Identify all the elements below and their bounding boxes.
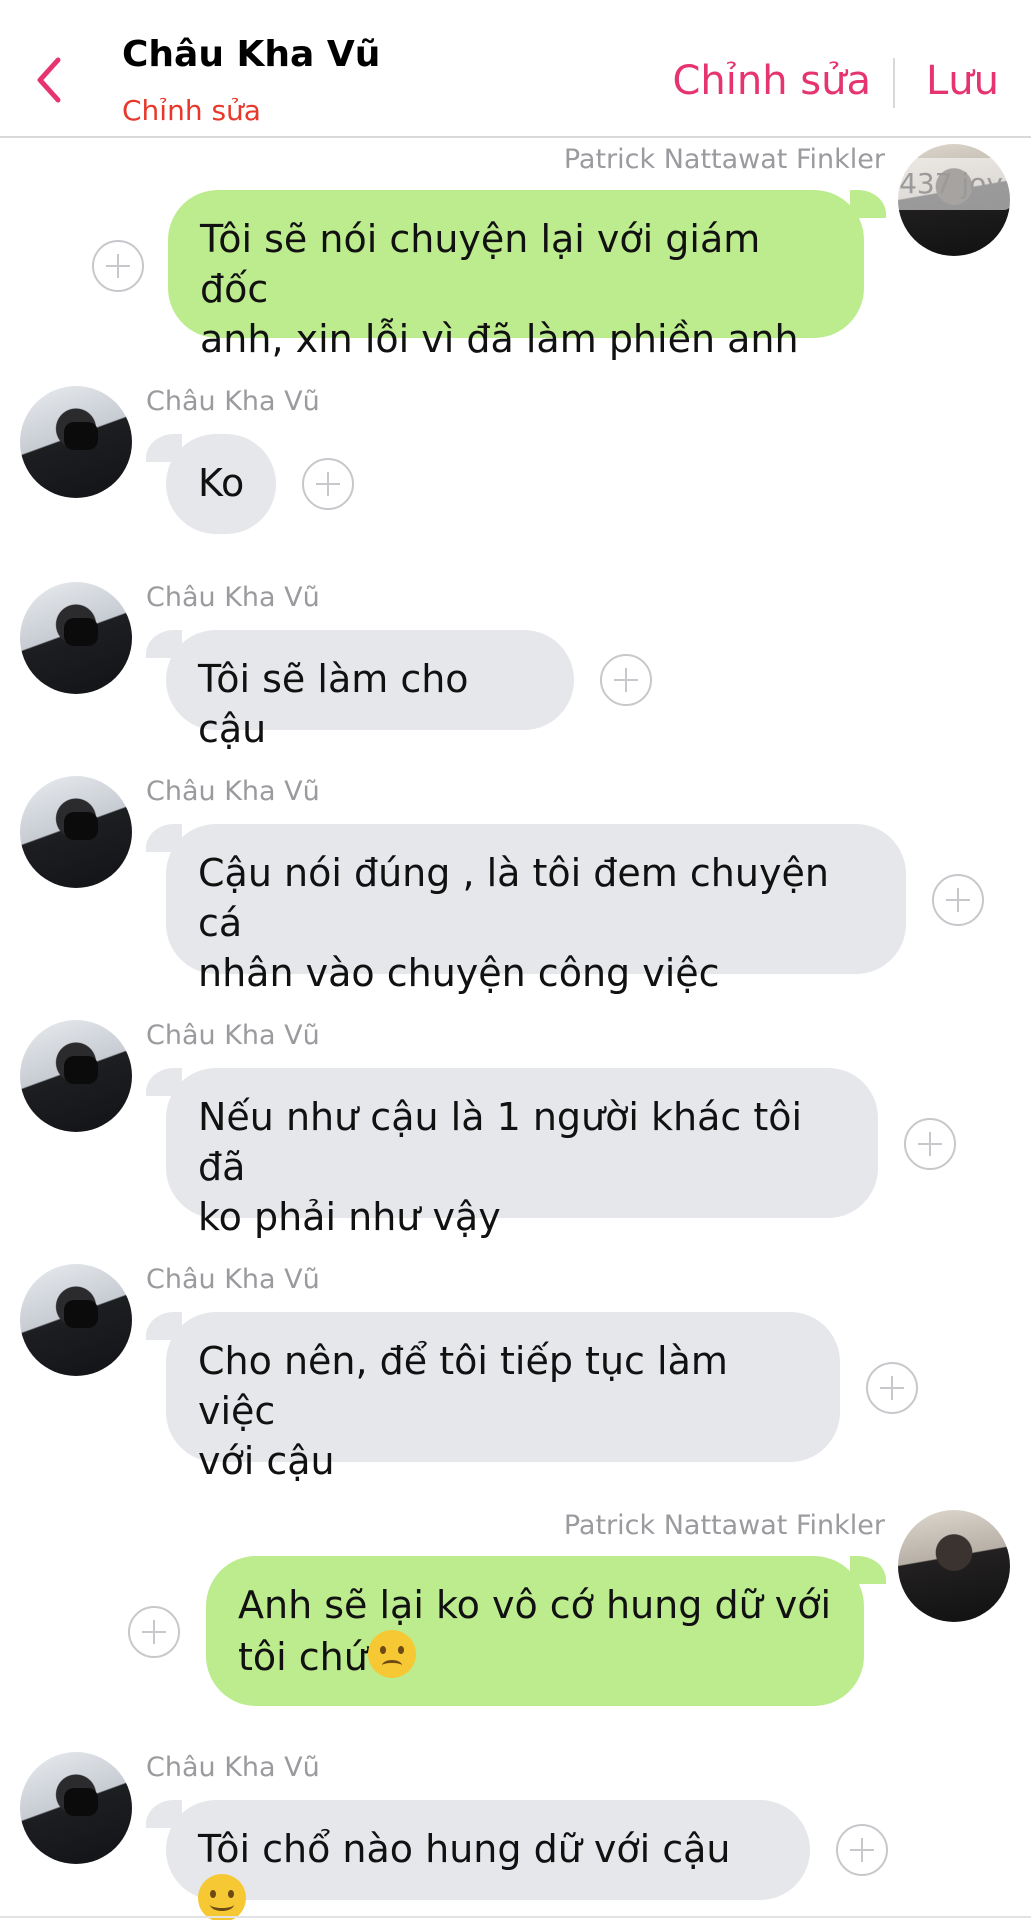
sender-name: Châu Kha Vũ <box>146 1264 320 1295</box>
message-line: ko phải như vậy <box>198 1195 501 1239</box>
smile-face-icon <box>198 1874 246 1920</box>
message-line: tôi chứ <box>238 1630 832 1682</box>
message-line: Cho nên, để tôi tiếp tục làm việc <box>198 1339 728 1433</box>
avatar[interactable] <box>20 1264 132 1376</box>
avatar[interactable] <box>20 1020 132 1132</box>
sender-name: Patrick Nattawat Finkler <box>563 144 885 175</box>
message-text: tôi chứ <box>238 1635 368 1679</box>
message-bubble[interactable]: Ko <box>166 434 276 534</box>
chat-header: Châu Kha Vũ Chỉnh sửa Chỉnh sửa Lưu <box>0 0 1031 138</box>
avatar[interactable] <box>20 582 132 694</box>
back-button[interactable] <box>28 48 84 112</box>
contact-subtitle: Chỉnh sửa <box>122 94 261 127</box>
message-line: Nếu như cậu là 1 người khác tôi đã <box>198 1095 803 1189</box>
save-button[interactable]: Lưu <box>926 58 999 104</box>
message-line: Tôi sẽ nói chuyện lại với giám đốc <box>200 217 761 311</box>
header-divider <box>893 58 895 108</box>
add-reaction-button[interactable] <box>600 654 652 706</box>
sad-face-icon <box>367 1630 416 1678</box>
message-line: Cậu nói đúng , là tôi đem chuyện cá <box>198 851 829 945</box>
add-reaction-button[interactable] <box>302 458 354 510</box>
add-reaction-button[interactable] <box>932 874 984 926</box>
add-reaction-button[interactable] <box>904 1118 956 1170</box>
message-bubble[interactable]: Tôi chổ nào hung dữ với cậu <box>166 1800 810 1920</box>
message-bubble[interactable]: Anh sẽ lại ko vô cớ hung dữ với tôi chứ <box>206 1556 864 1706</box>
add-reaction-button[interactable] <box>866 1362 918 1414</box>
message-line: anh, xin lỗi vì đã làm phiền anh <box>200 317 799 361</box>
sender-name: Châu Kha Vũ <box>146 776 320 807</box>
message-bubble[interactable]: Cậu nói đúng , là tôi đem chuyện cá nhân… <box>166 824 906 995</box>
sender-name: Châu Kha Vũ <box>146 1752 320 1783</box>
message-line: Anh sẽ lại ko vô cớ hung dữ với <box>238 1583 832 1627</box>
message-line: với cậu <box>198 1439 335 1483</box>
avatar[interactable] <box>20 1752 132 1864</box>
message-bubble[interactable]: Tôi sẽ nói chuyện lại với giám đốc anh, … <box>168 190 864 361</box>
chevron-left-icon <box>37 57 61 103</box>
sender-name: Châu Kha Vũ <box>146 1020 320 1051</box>
add-reaction-button[interactable] <box>92 240 144 292</box>
sender-name: Châu Kha Vũ <box>146 386 320 417</box>
message-bubble[interactable]: Nếu như cậu là 1 người khác tôi đã ko ph… <box>166 1068 878 1239</box>
message-text: Tôi chổ nào hung dữ với cậu <box>198 1827 731 1871</box>
chat-screen: Châu Kha Vũ Chỉnh sửa Chỉnh sửa Lưu Patr… <box>0 0 1031 1920</box>
message-line: Ko <box>198 461 245 505</box>
sender-name: Patrick Nattawat Finkler <box>563 1510 885 1541</box>
edit-button[interactable]: Chỉnh sửa <box>672 58 871 104</box>
avatar[interactable] <box>898 1510 1010 1622</box>
message-line: Tôi sẽ làm cho cậu <box>198 657 469 751</box>
contact-name: Châu Kha Vũ <box>122 34 381 75</box>
avatar[interactable] <box>20 386 132 498</box>
message-bubble[interactable]: Cho nên, để tôi tiếp tục làm việc với cậ… <box>166 1312 840 1483</box>
add-reaction-button[interactable] <box>836 1824 888 1876</box>
add-reaction-button[interactable] <box>128 1606 180 1658</box>
message-line: Tôi chổ nào hung dữ với cậu <box>198 1824 778 1920</box>
message-line: nhân vào chuyện công việc <box>198 951 720 995</box>
sender-name: Châu Kha Vũ <box>146 582 320 613</box>
avatar[interactable] <box>20 776 132 888</box>
watermark: 437 joy <box>890 158 1012 210</box>
message-bubble[interactable]: Tôi sẽ làm cho cậu <box>166 630 574 751</box>
bottom-divider <box>0 1916 1031 1918</box>
